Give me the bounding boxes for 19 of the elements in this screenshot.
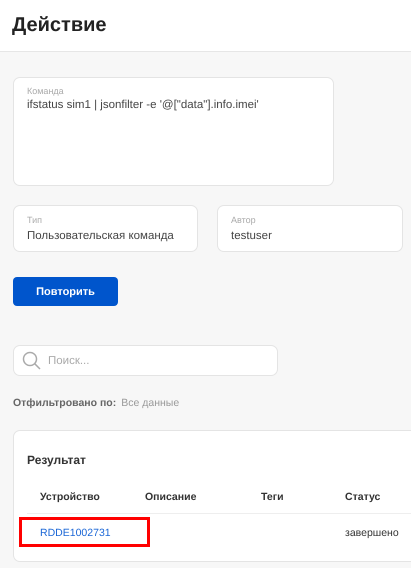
field-value: testuser bbox=[231, 230, 273, 242]
column-header: Устройство bbox=[40, 491, 101, 503]
field-value: ifstatus sim1 | jsonfilter -e '@["data"].info.imei' bbox=[27, 99, 260, 111]
field-label: Тип bbox=[27, 215, 44, 225]
repeat-button[interactable]: Повторить bbox=[13, 277, 118, 306]
page-title: Действие bbox=[12, 14, 107, 37]
command-field[interactable]: Команда ifstatus sim1 | jsonfilter -e '@["data"].info.imei' bbox=[13, 77, 334, 186]
column-header: Описание bbox=[145, 491, 198, 503]
column-header: Теги bbox=[261, 491, 285, 503]
filter-value: Все данные bbox=[121, 397, 180, 409]
field-label: Команда bbox=[27, 86, 65, 96]
search-field[interactable]: Поиск... bbox=[13, 345, 278, 376]
field-value: Пользовательская команда bbox=[27, 230, 175, 242]
column-header: Статус bbox=[345, 491, 382, 503]
field-label: Автор bbox=[231, 215, 257, 225]
device-link[interactable]: RDDE1002731 bbox=[40, 527, 111, 539]
result-title: Результат bbox=[27, 453, 87, 467]
filter-label: Отфильтровано по: bbox=[13, 397, 116, 409]
table-cell: завершено bbox=[345, 527, 399, 539]
